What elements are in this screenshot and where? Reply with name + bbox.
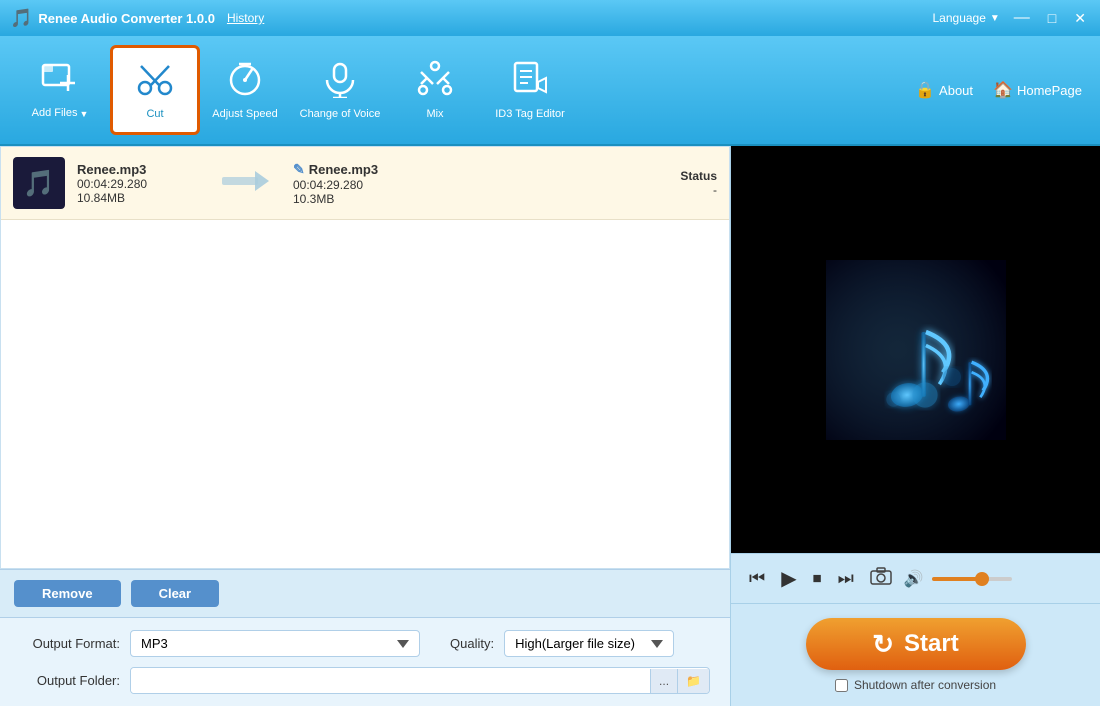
table-row: 🎵 Renee.mp3 00:04:29.280 10.84MB [1, 147, 729, 220]
id3-tag-editor-icon [510, 58, 550, 104]
format-row: Output Format: MP3 AAC FLAC OGG WAV WMA … [20, 630, 710, 657]
toolbar-adjust-speed[interactable]: Adjust Speed [200, 45, 290, 135]
music-visual [826, 260, 1006, 440]
language-dropdown-icon: ▼ [990, 13, 1000, 24]
homepage-label: HomePage [1017, 83, 1082, 98]
adjust-speed-icon [225, 58, 265, 104]
source-file-name: Renee.mp3 [77, 162, 197, 177]
folder-row: Output Folder: ... 📁 [20, 667, 710, 694]
toolbar-cut[interactable]: Cut [110, 45, 200, 135]
shutdown-label: Shutdown after conversion [854, 678, 996, 692]
output-file-name: Renee.mp3 [309, 162, 378, 177]
folder-input[interactable] [131, 668, 650, 693]
skip-forward-button[interactable]: ⏭ [834, 566, 858, 591]
main-content: 🎵 Renee.mp3 00:04:29.280 10.84MB [0, 146, 1100, 706]
shutdown-row: Shutdown after conversion [835, 678, 996, 692]
file-list: 🎵 Renee.mp3 00:04:29.280 10.84MB [0, 146, 730, 569]
file-status: Status - [657, 169, 717, 197]
music-thumb-icon: 🎵 [23, 168, 55, 199]
output-file-duration: 00:04:29.280 [293, 178, 645, 192]
quality-label: Quality: [450, 636, 494, 651]
play-button[interactable]: ▶ [777, 564, 800, 593]
volume-slider[interactable] [932, 577, 1012, 581]
folder-label: Output Folder: [20, 673, 120, 688]
status-label: Status [657, 169, 717, 183]
language-button[interactable]: Language ▼ [933, 11, 1000, 25]
change-of-voice-label: Change of Voice [300, 108, 381, 121]
folder-open-button[interactable]: 📁 [677, 669, 709, 693]
file-thumbnail: 🎵 [13, 157, 65, 209]
format-label: Output Format: [20, 636, 120, 651]
clear-button[interactable]: Clear [131, 580, 220, 607]
cut-icon [135, 58, 175, 104]
left-panel: 🎵 Renee.mp3 00:04:29.280 10.84MB [0, 146, 730, 706]
quality-select[interactable]: High(Larger file size) Medium Low(Smalle… [504, 630, 674, 657]
mix-icon [415, 58, 455, 104]
format-select[interactable]: MP3 AAC FLAC OGG WAV WMA [130, 630, 420, 657]
app-icon: 🎵 [10, 8, 32, 29]
toolbar: Add Files ▼ Cut Adjust Speed [0, 36, 1100, 146]
title-bar: 🎵 Renee Audio Converter 1.0.0 History La… [0, 0, 1100, 36]
convert-arrow [221, 167, 269, 200]
start-icon: ↻ [872, 629, 894, 660]
maximize-button[interactable]: □ [1044, 10, 1060, 26]
top-right-nav: 🔒 About 🏠 HomePage [907, 76, 1090, 104]
close-button[interactable]: ✕ [1070, 10, 1090, 27]
about-link[interactable]: 🔒 About [907, 76, 981, 104]
right-panel: ⏮ ▶ ⏹ ⏭ 🔊 ↻ Start Shut [730, 146, 1100, 706]
output-file-info: ✎ Renee.mp3 00:04:29.280 10.3MB [293, 161, 645, 206]
cut-label: Cut [146, 108, 163, 121]
homepage-link[interactable]: 🏠 HomePage [985, 76, 1090, 104]
app-title: Renee Audio Converter 1.0.0 [38, 11, 215, 26]
mix-label: Mix [426, 108, 443, 121]
lock-icon: 🔒 [915, 80, 935, 100]
add-files-dropdown-icon: ▼ [79, 109, 88, 119]
about-label: About [939, 83, 973, 98]
status-value: - [657, 183, 717, 197]
start-label: Start [904, 630, 959, 658]
volume-icon: 🔊 [904, 569, 924, 589]
add-files-label: Add Files [32, 107, 78, 120]
start-button[interactable]: ↻ Start [806, 618, 1026, 670]
preview-area [731, 146, 1100, 553]
id3-tag-editor-label: ID3 Tag Editor [495, 108, 565, 121]
bottom-bar: Remove Clear [0, 569, 730, 617]
toolbar-add-files[interactable]: Add Files ▼ [10, 45, 110, 135]
source-file-info: Renee.mp3 00:04:29.280 10.84MB [77, 162, 197, 205]
screenshot-button[interactable] [866, 565, 896, 592]
home-icon: 🏠 [993, 80, 1013, 100]
remove-button[interactable]: Remove [14, 580, 121, 607]
folder-input-wrap: ... 📁 [130, 667, 710, 694]
toolbar-id3-tag-editor[interactable]: ID3 Tag Editor [480, 45, 580, 135]
start-area: ↻ Start Shutdown after conversion [731, 603, 1100, 706]
minimize-button[interactable]: — [1010, 9, 1034, 27]
adjust-speed-label: Adjust Speed [212, 108, 277, 121]
source-file-size: 10.84MB [77, 191, 197, 205]
output-settings: Output Format: MP3 AAC FLAC OGG WAV WMA … [0, 617, 730, 706]
edit-icon: ✎ [293, 161, 305, 178]
toolbar-mix[interactable]: Mix [390, 45, 480, 135]
history-link[interactable]: History [227, 11, 264, 25]
player-controls: ⏮ ▶ ⏹ ⏭ 🔊 [731, 553, 1100, 603]
language-label: Language [933, 11, 986, 25]
output-file-size: 10.3MB [293, 192, 645, 206]
add-files-icon [41, 59, 79, 103]
change-of-voice-icon [320, 58, 360, 104]
stop-button[interactable]: ⏹ [809, 566, 826, 591]
source-file-duration: 00:04:29.280 [77, 177, 197, 191]
toolbar-change-of-voice[interactable]: Change of Voice [290, 45, 390, 135]
skip-back-button[interactable]: ⏮ [745, 566, 769, 591]
shutdown-checkbox[interactable] [835, 679, 848, 692]
folder-browse-button[interactable]: ... [650, 669, 677, 693]
